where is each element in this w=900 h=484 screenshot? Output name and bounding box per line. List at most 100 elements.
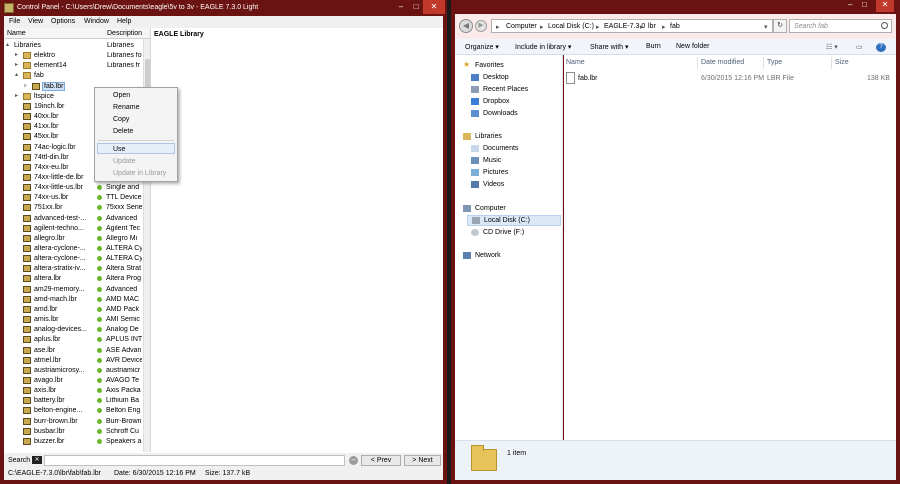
expand-arrow-icon[interactable]: ▸: [15, 61, 18, 68]
breadcrumb-separator-icon[interactable]: ▸: [640, 23, 644, 31]
nav-desktop[interactable]: Desktop: [471, 73, 559, 83]
breadcrumb-fab[interactable]: fab: [670, 23, 680, 30]
search-icon[interactable]: [881, 22, 888, 29]
preview-pane-icon[interactable]: ▭: [856, 43, 863, 51]
expand-arrow-icon[interactable]: ▹: [24, 82, 27, 89]
maximize-icon[interactable]: □: [409, 0, 423, 14]
context-menu-delete[interactable]: Delete: [113, 128, 133, 135]
expand-arrow-icon[interactable]: ▸: [15, 51, 18, 58]
nav-recent-places[interactable]: Recent Places: [471, 85, 559, 95]
column-size[interactable]: Size: [835, 59, 849, 66]
back-arrow-icon[interactable]: ◀: [459, 19, 473, 33]
breadcrumb-separator-icon[interactable]: ▸: [596, 23, 600, 31]
clear-icon[interactable]: ✕: [32, 456, 42, 464]
expand-arrow-icon[interactable]: ▴: [15, 71, 18, 78]
help-icon[interactable]: ?: [876, 43, 886, 52]
tree-row[interactable]: 74xx-little-us.lbr Single and: [4, 183, 144, 193]
tree-row[interactable]: analog-devices... Analog De: [4, 325, 144, 335]
tree-row[interactable]: 74xx-us.lbr TTL Device: [4, 193, 144, 203]
context-menu-open[interactable]: Open: [113, 92, 130, 99]
nav-cd-drive[interactable]: CD Drive (F:): [471, 228, 559, 238]
tree-row[interactable]: agilent-techno... Agilent Tec: [4, 224, 144, 234]
tree-row[interactable]: allegro.lbr Allegro Mi: [4, 234, 144, 244]
address-bar[interactable]: ▸ Computer ▸ Local Disk (C:) ▸ EAGLE-7.3…: [491, 19, 773, 33]
tree-row[interactable]: amd.lbr AMD Pack: [4, 305, 144, 315]
close-icon[interactable]: ✕: [423, 0, 445, 14]
tree-row[interactable]: aplus.lbr APLUS INT: [4, 335, 144, 345]
burn-button[interactable]: Burn: [646, 43, 661, 50]
context-menu-copy[interactable]: Copy: [113, 116, 129, 123]
forward-arrow-icon[interactable]: ▶: [475, 20, 487, 32]
tree-row[interactable]: austriamicrosy... austriamicr: [4, 366, 144, 376]
context-menu-rename[interactable]: Rename: [113, 104, 139, 111]
menu-help[interactable]: Help: [117, 18, 131, 25]
column-header-name[interactable]: Name: [7, 30, 26, 37]
menu-window[interactable]: Window: [84, 18, 109, 25]
minimize-icon[interactable]: –: [848, 0, 852, 9]
tree-row[interactable]: amis.lbr AMI Semic: [4, 315, 144, 325]
nav-music[interactable]: Music: [471, 156, 559, 166]
tree-row[interactable]: avago.lbr AVAGO Te: [4, 376, 144, 386]
tree-row[interactable]: advanced-test-... Advanced: [4, 214, 144, 224]
tree-row[interactable]: atmel.lbr AVR Device: [4, 356, 144, 366]
tree-row[interactable]: buzzer.lbr Speakers a: [4, 437, 144, 447]
tree-row[interactable]: amd-mach.lbr AMD MAC: [4, 295, 144, 305]
tree-row[interactable]: ▴ fab: [4, 71, 144, 81]
collapse-search-icon[interactable]: –: [349, 456, 358, 465]
expand-arrow-icon[interactable]: ▸: [15, 92, 18, 99]
tree-row[interactable]: am29-memory... Advanced: [4, 285, 144, 295]
tree-row[interactable]: burr-brown.lbr Burr-Brown: [4, 417, 144, 427]
column-type[interactable]: Type: [767, 59, 782, 66]
tree-row[interactable]: altera-cyclone-... ALTERA Cy: [4, 254, 144, 264]
breadcrumb-separator-icon[interactable]: ▸: [540, 23, 544, 31]
menu-options[interactable]: Options: [51, 18, 75, 25]
expand-arrow-icon[interactable]: ▴: [6, 41, 9, 48]
next-button[interactable]: > Next: [404, 455, 441, 466]
new-folder-button[interactable]: New folder: [676, 43, 709, 50]
breadcrumb-local-disk[interactable]: Local Disk (C:): [548, 23, 594, 30]
breadcrumb-separator-icon[interactable]: ▸: [662, 23, 666, 31]
breadcrumb-computer[interactable]: Computer: [506, 23, 537, 30]
tree-row[interactable]: altera-stratix-iv... Altera Strat: [4, 264, 144, 274]
tree-row[interactable]: altera-cyclone-... ALTERA Cy: [4, 244, 144, 254]
tree-row[interactable]: axis.lbr Axis Packa: [4, 386, 144, 396]
nav-downloads[interactable]: Downloads: [471, 109, 559, 119]
refresh-icon[interactable]: ↻: [773, 19, 787, 33]
organize-button[interactable]: Organize ▾: [465, 43, 499, 51]
nav-local-disk[interactable]: Local Disk (C:): [467, 215, 561, 226]
nav-videos[interactable]: Videos: [471, 180, 559, 190]
nav-computer[interactable]: Computer: [463, 204, 553, 214]
explorer-search[interactable]: Search fab: [789, 19, 892, 33]
nav-libraries[interactable]: Libraries: [463, 132, 553, 142]
tree-row[interactable]: battery.lbr Lithium Ba: [4, 396, 144, 406]
column-separator[interactable]: [831, 57, 832, 69]
tree-row[interactable]: ase.lbr ASE Advan: [4, 346, 144, 356]
address-chevron-icon[interactable]: ▸: [496, 23, 500, 31]
breadcrumb-lbr[interactable]: lbr: [648, 23, 656, 30]
menu-view[interactable]: View: [28, 18, 43, 25]
prev-button[interactable]: < Prev: [361, 455, 401, 466]
context-menu-use[interactable]: Use: [113, 146, 125, 153]
nav-pictures[interactable]: Pictures: [471, 168, 559, 178]
address-dropdown-icon[interactable]: ▾: [764, 23, 768, 31]
tree-row[interactable]: 751xx.lbr 75xxx Serie: [4, 203, 144, 213]
column-separator[interactable]: [763, 57, 764, 69]
include-in-library-button[interactable]: Include in library ▾: [515, 43, 571, 51]
maximize-icon[interactable]: □: [862, 0, 867, 9]
tree-row[interactable]: ▴ Libraries Libraries: [4, 41, 144, 51]
tree-row[interactable]: ▸ element14 Libraries fr: [4, 61, 144, 71]
tree-row[interactable]: belton-engine... Belton Eng: [4, 406, 144, 416]
close-icon[interactable]: ✕: [876, 0, 894, 12]
column-header-description[interactable]: Description: [107, 30, 142, 37]
menu-file[interactable]: File: [9, 18, 20, 25]
nav-network[interactable]: Network: [463, 251, 553, 261]
nav-documents[interactable]: Documents: [471, 144, 559, 154]
tree-row[interactable]: busbar.lbr Schroff Cu: [4, 427, 144, 437]
share-with-button[interactable]: Share with ▾: [590, 43, 629, 51]
column-date-modified[interactable]: Date modified: [701, 59, 744, 66]
tree-row[interactable]: ▸ elektro Libraries fo: [4, 51, 144, 61]
nav-favorites[interactable]: ★ Favorites: [463, 60, 553, 71]
nav-dropbox[interactable]: Dropbox: [471, 97, 559, 107]
minimize-icon[interactable]: –: [393, 0, 409, 14]
view-options-icon[interactable]: ☷ ▾: [826, 43, 838, 51]
